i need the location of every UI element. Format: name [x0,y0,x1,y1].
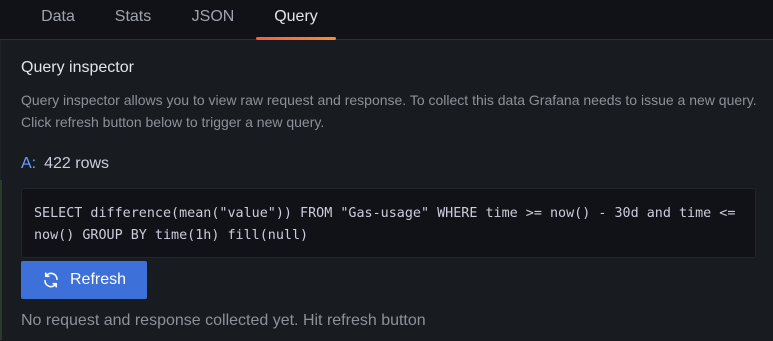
query-inspector-description: Query inspector allows you to view raw r… [21,92,757,130]
refresh-button-label: Refresh [69,271,127,288]
inspector-tabs: Data Stats JSON Query [0,0,773,40]
left-border-rail [0,180,2,340]
sync-icon [42,271,60,289]
query-ref-label: A: [21,155,37,172]
tab-query-label: Query [274,8,318,25]
query-summary: A: 422 rows [21,155,109,173]
refresh-button[interactable]: Refresh [21,261,147,299]
query-inspector-page: Data Stats JSON Query Query inspector Qu… [0,0,773,341]
query-inspector-content: Query inspector Query inspector allows y… [0,40,773,341]
query-row-count: 422 rows [44,155,110,172]
tab-data-label: Data [41,8,75,25]
tab-stats[interactable]: Stats [110,0,156,40]
query-code-block: SELECT difference(mean("value")) FROM "G… [21,188,756,258]
status-message: No request and response collected yet. H… [21,312,426,329]
tab-data[interactable]: Data [38,0,78,40]
tab-stats-label: Stats [114,8,152,25]
tab-json[interactable]: JSON [189,0,237,40]
query-inspector-title: Query inspector [21,59,134,76]
tab-json-label: JSON [191,8,235,25]
tab-query[interactable]: Query [256,0,336,40]
